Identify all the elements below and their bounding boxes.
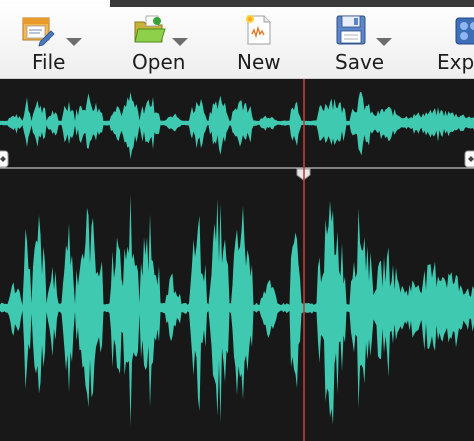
export-button[interactable]: Expo [436,8,474,78]
new-label: New [237,50,281,74]
new-document-icon [246,15,271,45]
file-edit-icon [22,17,55,47]
open-menu-button[interactable]: Open [130,8,192,78]
save-label: Save [335,50,385,74]
new-button[interactable]: New [236,8,282,78]
toolbar-top-strip [110,0,474,7]
floppy-disk-icon [336,15,366,45]
audio-editor-app: File Open New Save Exp [0,0,474,441]
export-label: Expo [437,50,474,74]
file-dropdown-arrow-icon[interactable] [66,38,82,46]
export-icon [455,17,474,45]
folder-open-icon [134,15,166,43]
file-menu-button[interactable]: File [20,8,90,78]
open-dropdown-arrow-icon[interactable] [172,38,188,46]
save-dropdown-arrow-icon[interactable] [376,38,392,46]
file-label: File [32,50,66,74]
save-menu-button[interactable]: Save [334,8,396,78]
selection-handle-left-icon[interactable] [0,150,9,168]
open-label: Open [132,50,186,74]
main-toolbar: File Open New Save Exp [0,0,474,79]
selection-handle-right-icon[interactable] [464,150,474,168]
waveform-area[interactable] [0,79,474,441]
